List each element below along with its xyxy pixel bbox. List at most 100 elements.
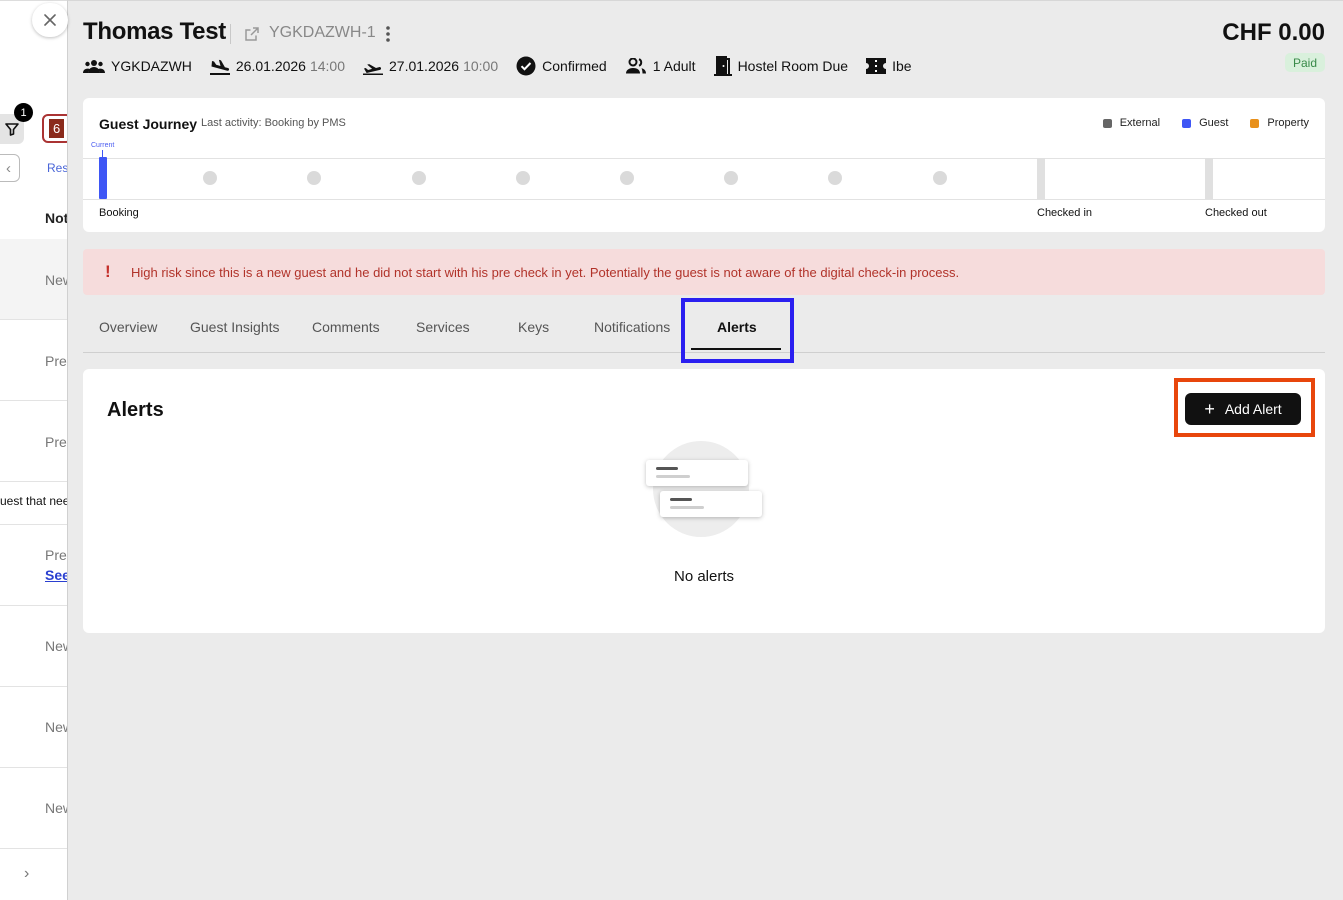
guest-journey-title: Guest Journey (99, 116, 198, 132)
list-item-status: New (45, 800, 68, 816)
ticket-icon (866, 58, 887, 74)
total-amount: CHF 0.00 (1222, 19, 1325, 46)
count-badge-value: 6 (49, 119, 65, 138)
list-item-status: Pre (45, 353, 67, 369)
list-item[interactable]: New (0, 239, 68, 320)
guest-count: 1 Adult (652, 58, 696, 74)
meta-group: YGKDAZWH (83, 58, 192, 74)
plane-landing-icon (209, 59, 230, 75)
meta-room: Hostel Room Due (713, 56, 849, 76)
journey-step-dot[interactable] (203, 171, 217, 185)
highlight-box-add-alert (1174, 378, 1315, 437)
departure-date: 27.01.2026 (389, 58, 460, 74)
more-vertical-icon[interactable] (384, 25, 392, 43)
meta-guests: 1 Adult (625, 58, 696, 74)
journey-legend: External Guest Property (1081, 117, 1309, 129)
legend-label: Guest (1199, 117, 1229, 129)
list-item[interactable]: Pre (0, 401, 68, 482)
meta-arrival: 26.01.2026 14:00 (209, 57, 346, 75)
checked-out-marker (1205, 158, 1213, 199)
empty-state-text: No alerts (673, 568, 735, 585)
group-icon (83, 60, 105, 73)
plane-takeoff-icon (363, 64, 384, 75)
journey-track (83, 158, 1325, 200)
highlight-box-tab (681, 298, 794, 363)
empty-state-card (646, 460, 748, 486)
list-item-status: Pre (45, 434, 67, 450)
empty-state-illustration (653, 441, 749, 537)
legend-swatch-external (1102, 118, 1112, 128)
list-item-status: Pre (45, 547, 67, 563)
journey-step-dot[interactable] (933, 171, 947, 185)
list-item-status: New (45, 272, 68, 288)
risk-message: High risk since this is a new guest and … (131, 264, 960, 280)
tab-overview[interactable]: Overview (99, 319, 157, 335)
list-item-status: New (45, 638, 68, 654)
reservation-code[interactable]: YGKDAZWH-1 (269, 24, 376, 42)
stage-label-checked-in: Checked in (1037, 207, 1093, 219)
stage-label-checked-out: Checked out (1205, 207, 1267, 219)
reservation-list-background: 1 6 ‹ Res Not New Pre Pre uest that nee … (0, 0, 68, 900)
legend-swatch-property (1250, 118, 1260, 128)
payment-status-badge: Paid (1284, 53, 1325, 72)
booking-channel: Ibe (892, 58, 912, 74)
close-icon (44, 14, 56, 26)
journey-step-dot[interactable] (412, 171, 426, 185)
list-item[interactable]: Pre (0, 320, 68, 401)
tab-keys[interactable]: Keys (518, 319, 549, 335)
current-stage-marker (99, 150, 107, 199)
empty-state-card (660, 491, 762, 517)
journey-step-dot[interactable] (620, 171, 634, 185)
journey-step-dot[interactable] (516, 171, 530, 185)
count-badge[interactable]: 6 (42, 114, 68, 143)
legend-label: External (1119, 117, 1161, 129)
exclamation-icon: ! (105, 262, 111, 281)
risk-banner: ! High risk since this is a new guest an… (83, 249, 1325, 295)
filter-count-badge: 1 (14, 103, 33, 122)
people-icon (625, 58, 646, 74)
list-item[interactable]: Pre (0, 525, 68, 606)
journey-step-dot[interactable] (307, 171, 321, 185)
current-marker-label: Current (91, 142, 115, 149)
legend-label: Property (1267, 117, 1309, 129)
alerts-title: Alerts (107, 399, 164, 421)
tab-comments[interactable]: Comments (312, 319, 380, 335)
legend-item: Property (1250, 117, 1309, 129)
meta-channel: Ibe (866, 58, 912, 74)
tab-notifications[interactable]: Notifications (594, 319, 670, 335)
legend-item: External (1102, 117, 1161, 129)
reservation-link[interactable]: Res (47, 161, 68, 175)
room-type: Hostel Room Due (737, 58, 849, 74)
guest-journey-card: Guest Journey Last activity: Booking by … (83, 98, 1325, 232)
chevron-left-icon: ‹ (6, 159, 11, 177)
journey-step-dot[interactable] (828, 171, 842, 185)
chevron-right-icon[interactable]: › (24, 865, 29, 883)
booking-status: Confirmed (542, 58, 607, 74)
back-button[interactable]: ‹ (0, 154, 20, 182)
list-item[interactable]: New (0, 687, 68, 768)
checked-in-marker (1037, 158, 1045, 199)
filter-icon (5, 123, 19, 136)
meta-departure: 27.01.2026 10:00 (363, 57, 498, 75)
see-more-link[interactable]: See (45, 567, 68, 583)
list-item-status: New (45, 719, 68, 735)
list-item[interactable]: New (0, 768, 68, 849)
arrival-time: 14:00 (309, 58, 346, 74)
list-item-snippet: uest that nee (0, 494, 68, 508)
external-link-icon[interactable] (244, 26, 260, 42)
column-header: Not (45, 210, 68, 226)
door-icon (713, 56, 732, 76)
tab-services[interactable]: Services (416, 319, 470, 335)
journey-step-dot[interactable] (724, 171, 738, 185)
reservation-meta: YGKDAZWH 26.01.2026 14:00 27.01.2026 10:… (83, 56, 930, 76)
group-code: YGKDAZWH (111, 58, 192, 74)
legend-item: Guest (1182, 117, 1228, 129)
stage-label-booking: Booking (99, 207, 139, 219)
tab-guest-insights[interactable]: Guest Insights (190, 319, 280, 335)
list-item[interactable]: New (0, 606, 68, 687)
check-circle-icon (516, 56, 536, 76)
meta-status: Confirmed (516, 56, 607, 76)
arrival-date: 26.01.2026 (235, 58, 306, 74)
close-button[interactable] (32, 3, 68, 37)
guest-name: Thomas Test (83, 18, 226, 45)
